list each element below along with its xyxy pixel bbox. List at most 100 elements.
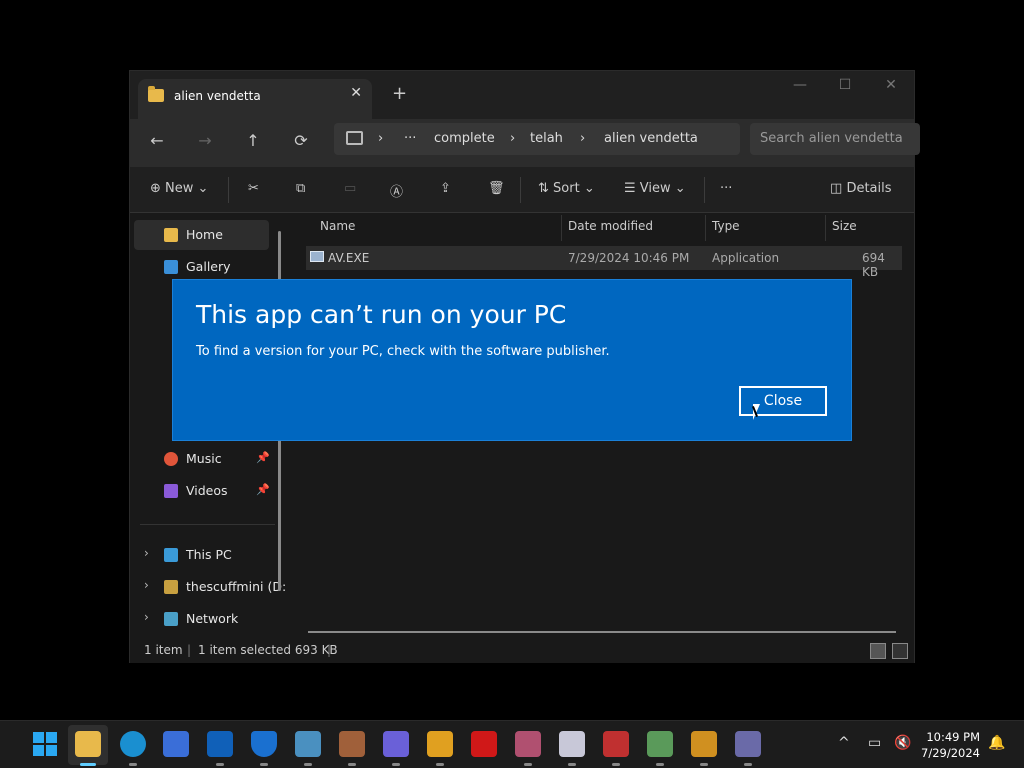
table-row[interactable]: AV.EXE 7/29/2024 10:46 PM Application 69…: [306, 246, 902, 279]
new-button[interactable]: ⊕ New ⌄: [150, 181, 208, 196]
windows-logo-icon: [33, 732, 57, 756]
address-bar[interactable]: › ··· complete › telah › alien vendetta: [334, 123, 740, 155]
clock[interactable]: 10:49 PM 7/29/2024: [921, 729, 980, 761]
chart-app-icon[interactable]: [691, 731, 717, 757]
maximize-button[interactable]: ☐: [835, 77, 855, 93]
network-status-icon[interactable]: ▭: [868, 735, 881, 751]
sidebar-item-drive-d[interactable]: › thescuffmini (D:: [134, 572, 286, 602]
tab-title: alien vendetta: [174, 89, 261, 103]
file-date: 7/29/2024 10:46 PM: [568, 251, 690, 265]
refresh-button[interactable]: ⟳: [290, 131, 312, 150]
running-indicator: [656, 763, 664, 766]
file-explorer-taskbar-icon[interactable]: [75, 731, 101, 757]
cut-button[interactable]: ✂: [248, 181, 259, 196]
security-shield-icon[interactable]: [251, 731, 277, 757]
details-label: Details: [846, 181, 892, 196]
start-button[interactable]: [32, 731, 58, 757]
column-divider[interactable]: [705, 215, 706, 241]
expand-chevron-icon[interactable]: ›: [144, 546, 149, 560]
breadcrumb-telah[interactable]: telah: [530, 131, 563, 146]
new-tab-button[interactable]: +: [392, 83, 407, 104]
volume-muted-icon[interactable]: 🔇: [894, 735, 911, 751]
control-panel-icon[interactable]: [295, 731, 321, 757]
breadcrumb-more-button[interactable]: ···: [404, 131, 416, 146]
column-header-name[interactable]: Name: [320, 219, 355, 233]
microsoft-store-icon[interactable]: [163, 731, 189, 757]
column-divider[interactable]: [825, 215, 826, 241]
view-label: View: [639, 181, 671, 196]
sort-button[interactable]: ⇅ Sort ⌄: [538, 181, 595, 196]
breadcrumb-alien-vendetta[interactable]: alien vendetta: [604, 131, 698, 146]
column-header-size[interactable]: Size: [832, 219, 857, 233]
command-bar: ⊕ New ⌄ ✂ ⧉ ▭ Ⓐ ⇪ 🗑 ⇅ Sort ⌄ ☰ View ⌄ ··…: [130, 167, 914, 213]
back-button[interactable]: ←: [146, 131, 168, 150]
taskbar: ^ ▭ 🔇 10:49 PM 7/29/2024 🔔: [0, 720, 1024, 768]
file-type: Application: [712, 251, 780, 265]
dialog-message: To find a version for your PC, check wit…: [196, 344, 610, 359]
dialog-title: This app can’t run on your PC: [196, 300, 567, 329]
paste-button[interactable]: ▭: [344, 181, 356, 196]
network-tool-icon[interactable]: [647, 731, 673, 757]
status-divider: |: [187, 643, 192, 657]
column-header-type[interactable]: Type: [712, 219, 740, 233]
sidebar-item-music[interactable]: Music 📌: [134, 444, 270, 474]
toolbar-divider: [228, 177, 229, 203]
lightning-app-icon[interactable]: [427, 731, 453, 757]
folder-icon: [148, 86, 164, 102]
sidebar-item-network[interactable]: › Network: [134, 604, 269, 634]
up-button[interactable]: ↑: [242, 131, 264, 150]
tab-alien-vendetta[interactable]: alien vendetta ✕: [138, 79, 372, 119]
computer-icon: [346, 131, 363, 145]
running-indicator: [524, 763, 532, 766]
notification-bell-icon[interactable]: 🔔: [988, 735, 1005, 751]
tray-overflow-chevron-icon[interactable]: ^: [838, 735, 850, 751]
details-button[interactable]: ◫ Details: [830, 181, 892, 196]
this-pc-icon: [164, 548, 178, 562]
column-header-date[interactable]: Date modified: [568, 219, 653, 233]
red-app-icon[interactable]: [603, 731, 629, 757]
home-icon: [164, 228, 178, 242]
search-input[interactable]: Search alien vendetta: [750, 123, 920, 155]
delete-button[interactable]: 🗑: [488, 181, 505, 196]
close-window-button[interactable]: ✕: [881, 77, 901, 93]
pin-icon: 📌: [256, 483, 270, 496]
document-app-icon[interactable]: [559, 731, 585, 757]
edge-browser-icon[interactable]: [120, 731, 146, 757]
package-icon[interactable]: [339, 731, 365, 757]
game-app-icon[interactable]: [515, 731, 541, 757]
sidebar-item-label: Home: [186, 227, 223, 242]
sidebar-item-label: Music: [186, 451, 222, 466]
expand-chevron-icon[interactable]: ›: [144, 578, 149, 592]
running-indicator: [129, 763, 137, 766]
view-button[interactable]: ☰ View ⌄: [624, 181, 686, 196]
expand-chevron-icon[interactable]: ›: [144, 610, 149, 624]
sidebar-item-videos[interactable]: Videos 📌: [134, 476, 270, 506]
horizontal-scrollbar[interactable]: [308, 631, 896, 633]
more-options-button[interactable]: ···: [720, 181, 732, 196]
w-app-icon[interactable]: [471, 731, 497, 757]
sidebar-item-gallery[interactable]: Gallery: [134, 252, 269, 282]
minimize-button[interactable]: —: [790, 77, 810, 93]
launcher-app-icon[interactable]: [735, 731, 761, 757]
app-bird-icon[interactable]: [383, 731, 409, 757]
sidebar-item-this-pc[interactable]: › This PC: [134, 540, 269, 570]
network-icon: [164, 612, 178, 626]
pin-icon: 📌: [256, 451, 270, 464]
sidebar-item-home[interactable]: Home: [134, 220, 269, 250]
rename-button[interactable]: Ⓐ: [390, 181, 403, 200]
outlook-icon[interactable]: [207, 731, 233, 757]
forward-button[interactable]: →: [194, 131, 216, 150]
tab-close-icon[interactable]: ✕: [350, 85, 362, 101]
tiles-view-button[interactable]: [892, 643, 908, 659]
breadcrumb-complete[interactable]: complete: [434, 131, 495, 146]
videos-icon: [164, 484, 178, 498]
copy-button[interactable]: ⧉: [296, 181, 305, 196]
running-indicator: [700, 763, 708, 766]
sidebar-divider: [140, 524, 275, 525]
file-name: AV.EXE: [328, 251, 370, 265]
column-divider[interactable]: [561, 215, 562, 241]
details-view-button[interactable]: [870, 643, 886, 659]
sidebar-item-label: Videos: [186, 483, 228, 498]
file-size: 694 KB: [862, 251, 885, 279]
share-button[interactable]: ⇪: [440, 181, 451, 196]
